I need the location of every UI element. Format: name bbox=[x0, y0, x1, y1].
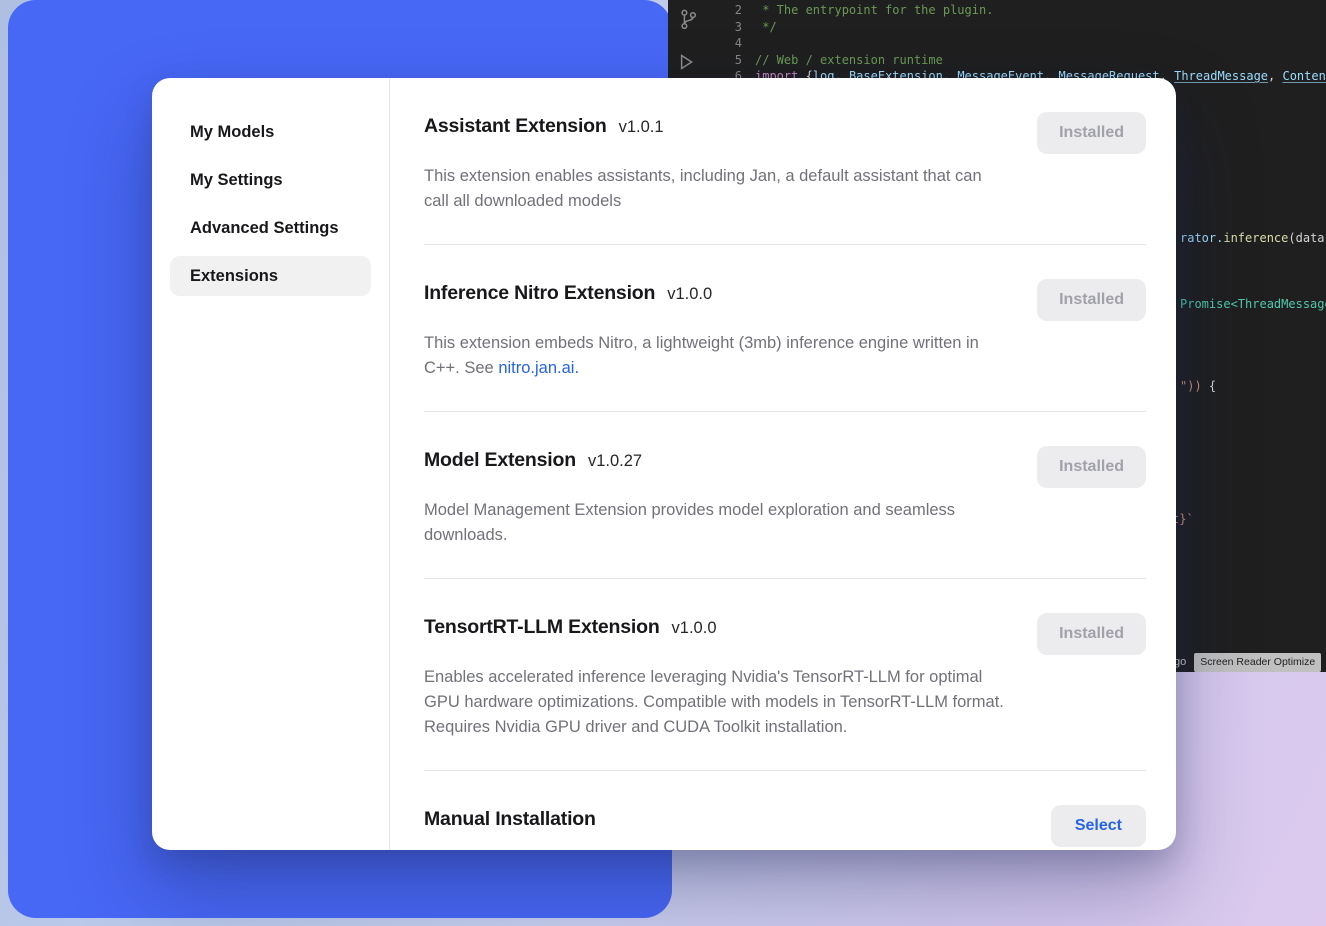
import-token: ThreadMessage bbox=[1174, 69, 1268, 83]
code-token: { bbox=[1202, 379, 1216, 393]
code-line: 4 bbox=[668, 35, 1326, 52]
code-comment: * The entrypoint for the plugin. bbox=[742, 2, 993, 19]
extension-title: Assistant Extension bbox=[424, 114, 607, 138]
select-file-button[interactable]: Select bbox=[1051, 805, 1146, 847]
manual-installation-section: Manual Installation Select Select an ext… bbox=[424, 771, 1146, 850]
separator: , bbox=[1268, 69, 1282, 83]
code-line: 2 * The entrypoint for the plugin. bbox=[668, 2, 1326, 19]
code-token: inference bbox=[1223, 231, 1288, 245]
code-line: 3 */ bbox=[668, 19, 1326, 36]
code-token: rator. bbox=[1180, 231, 1223, 245]
editor-statusbar: go Screen Reader Optimize bbox=[1174, 653, 1321, 672]
extension-title: Inference Nitro Extension bbox=[424, 281, 655, 305]
settings-sidebar: My Models My Settings Advanced Settings … bbox=[152, 78, 390, 850]
installed-button[interactable]: Installed bbox=[1037, 112, 1146, 154]
sidebar-item-advanced-settings[interactable]: Advanced Settings bbox=[170, 208, 371, 248]
installed-button[interactable]: Installed bbox=[1037, 446, 1146, 488]
extension-title: TensortRT-LLM Extension bbox=[424, 615, 660, 639]
code-lines: 2 * The entrypoint for the plugin. 3 */ … bbox=[668, 2, 1326, 85]
nitro-jan-ai-link[interactable]: nitro.jan.ai. bbox=[498, 359, 579, 377]
code-token: (data)); bbox=[1288, 231, 1326, 245]
sidebar-item-my-models[interactable]: My Models bbox=[170, 112, 371, 152]
sidebar-item-my-settings[interactable]: My Settings bbox=[170, 160, 371, 200]
extension-description: This extension enables assistants, inclu… bbox=[424, 164, 1004, 214]
code-token: Promise bbox=[1180, 297, 1231, 311]
extension-version: v1.0.0 bbox=[667, 285, 712, 304]
code-empty bbox=[742, 35, 755, 52]
extension-version: v1.0.0 bbox=[672, 619, 717, 638]
extension-description: This extension embeds Nitro, a lightweig… bbox=[424, 331, 1004, 381]
line-number: 2 bbox=[668, 2, 742, 19]
extension-title: Model Extension bbox=[424, 448, 576, 472]
code-token: <ThreadMessage> bbox=[1231, 297, 1326, 311]
code-fragment: rator.inference(data)); bbox=[1180, 230, 1326, 246]
code-comment: // Web / extension runtime bbox=[742, 52, 943, 69]
installed-button[interactable]: Installed bbox=[1037, 279, 1146, 321]
installed-button[interactable]: Installed bbox=[1037, 613, 1146, 655]
code-fragment: ")) { bbox=[1180, 378, 1216, 394]
extension-description: Enables accelerated inference leveraging… bbox=[424, 665, 1004, 740]
line-number: 3 bbox=[668, 19, 742, 36]
extension-version: v1.0.27 bbox=[588, 452, 642, 471]
code-fragment: Promise<ThreadMessage> bbox=[1180, 296, 1326, 312]
extension-section-tensorrt: TensortRT-LLM Extension v1.0.0 Installed… bbox=[424, 579, 1146, 771]
desktop-stage: 2 * The entrypoint for the plugin. 3 */ … bbox=[0, 0, 1326, 926]
extension-description: Model Management Extension provides mode… bbox=[424, 498, 1004, 548]
line-number: 4 bbox=[668, 35, 742, 52]
extension-section-model: Model Extension v1.0.27 Installed Model … bbox=[424, 412, 1146, 579]
manual-installation-title: Manual Installation bbox=[424, 807, 596, 831]
extension-section-nitro: Inference Nitro Extension v1.0.0 Install… bbox=[424, 245, 1146, 412]
sidebar-item-extensions[interactable]: Extensions bbox=[170, 256, 371, 296]
code-comment: */ bbox=[742, 19, 777, 36]
line-number: 5 bbox=[668, 52, 742, 69]
extensions-list: Assistant Extension v1.0.1 Installed Thi… bbox=[390, 78, 1176, 850]
import-token: ContentType bbox=[1282, 69, 1326, 83]
screen-reader-chip[interactable]: Screen Reader Optimize bbox=[1194, 653, 1321, 672]
settings-card: My Models My Settings Advanced Settings … bbox=[152, 78, 1176, 850]
extension-version: v1.0.1 bbox=[619, 118, 664, 137]
extension-section-assistant: Assistant Extension v1.0.1 Installed Thi… bbox=[424, 112, 1146, 245]
code-line: 5 // Web / extension runtime bbox=[668, 52, 1326, 69]
code-token: ")) bbox=[1180, 379, 1202, 393]
